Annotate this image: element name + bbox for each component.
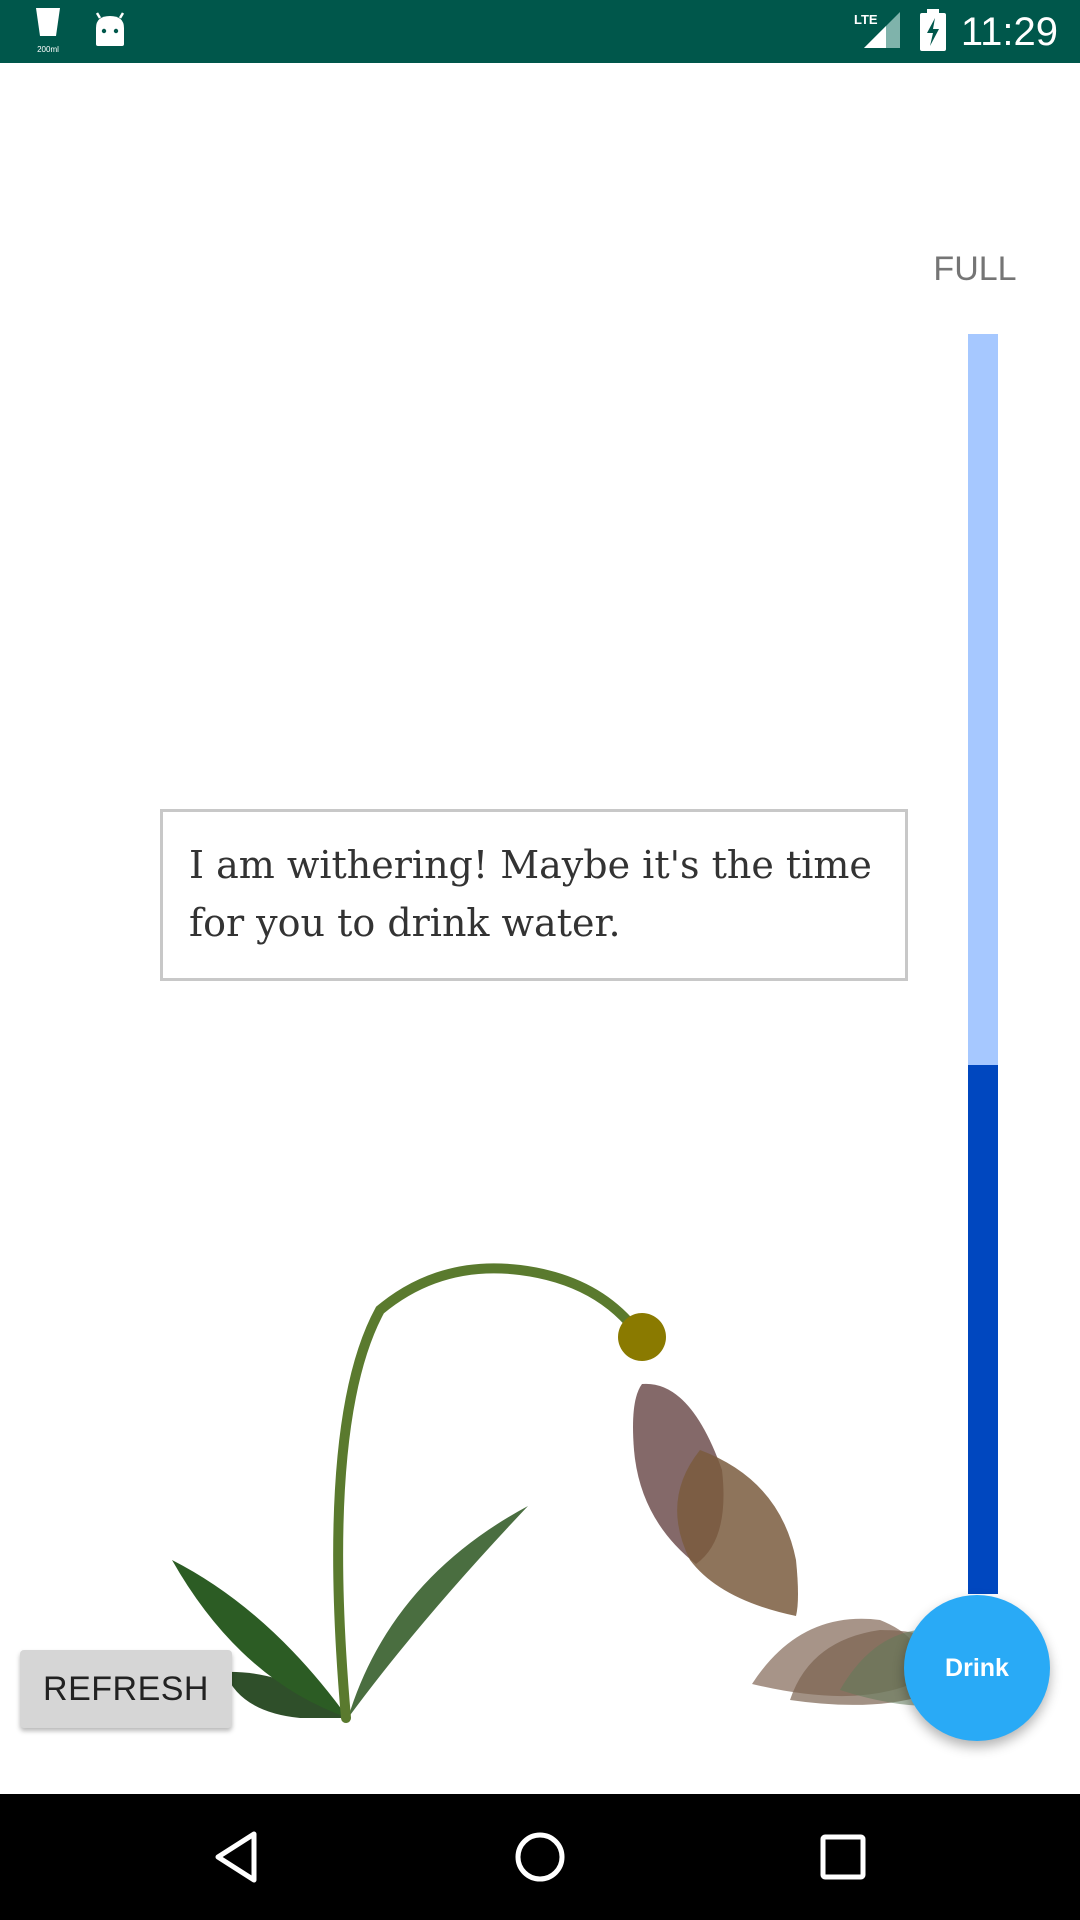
back-icon[interactable]	[202, 1822, 272, 1892]
navigation-bar	[0, 1794, 1080, 1920]
status-bar: 200ml LTE 11:29	[0, 0, 1080, 63]
falling-petal	[677, 1450, 798, 1616]
refresh-button[interactable]: REFRESH	[20, 1650, 232, 1728]
lte-signal-icon: LTE	[854, 12, 900, 48]
network-label: LTE	[854, 12, 878, 27]
plant-bud	[618, 1313, 666, 1361]
message-box: I am withering! Maybe it's the time for …	[160, 809, 908, 981]
home-icon[interactable]	[505, 1822, 575, 1892]
cup-icon: 200ml	[36, 8, 60, 54]
plant-leaf	[348, 1506, 528, 1718]
cup-label: 200ml	[37, 45, 59, 54]
drink-button[interactable]: Drink	[904, 1595, 1050, 1741]
recents-icon[interactable]	[808, 1822, 878, 1892]
message-text: I am withering! Maybe it's the time for …	[189, 843, 872, 945]
android-icon	[95, 12, 125, 46]
status-time: 11:29	[960, 10, 1058, 54]
battery-charging-icon	[920, 9, 946, 51]
screen: 200ml LTE 11:29 FULL I am withering! May…	[0, 0, 1080, 1920]
water-level-label: FULL	[933, 250, 1017, 288]
